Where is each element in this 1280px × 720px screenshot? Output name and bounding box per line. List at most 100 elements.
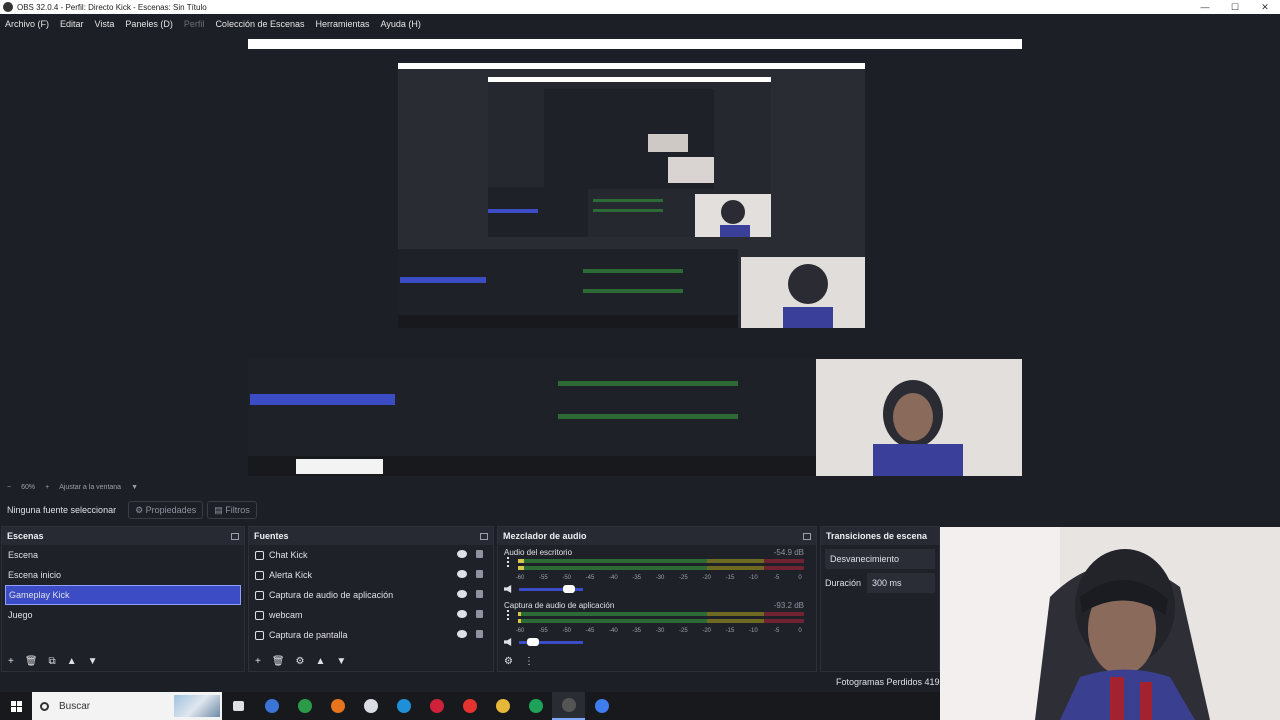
- track-menu-icon[interactable]: [507, 557, 509, 567]
- volume-meter: [518, 619, 804, 623]
- meter-tick-label: -55: [538, 628, 548, 634]
- track-menu-icon[interactable]: [507, 610, 509, 620]
- browser-source-icon: [255, 570, 264, 580]
- meter-tick-label: -10: [748, 628, 758, 634]
- eye-icon[interactable]: [457, 590, 467, 598]
- taskbar-app[interactable]: [585, 692, 618, 720]
- lock-icon[interactable]: [476, 590, 483, 598]
- minimize-button[interactable]: —: [1190, 0, 1220, 14]
- volume-knob[interactable]: [526, 637, 539, 646]
- properties-bar: Ninguna fuente seleccionar ⚙ Propiedades…: [0, 498, 1280, 522]
- move-down-button[interactable]: ▼: [88, 656, 98, 667]
- add-scene-button[interactable]: +: [8, 656, 14, 667]
- mixer-track: Captura de audio de aplicación -93.2 dB …: [498, 598, 816, 651]
- filters-label: Filtros: [225, 505, 250, 515]
- scene-item-selected[interactable]: Gameplay Kick: [5, 585, 241, 605]
- duration-input[interactable]: 300 ms: [867, 573, 935, 593]
- taskbar-app[interactable]: [288, 692, 321, 720]
- source-properties-button[interactable]: ⚙: [296, 656, 305, 667]
- meter-tick-label: -50: [562, 628, 571, 634]
- taskbar-app[interactable]: [354, 692, 387, 720]
- lock-icon[interactable]: [476, 630, 483, 638]
- lock-icon[interactable]: [476, 550, 483, 558]
- opera-icon: [462, 699, 477, 713]
- close-button[interactable]: ✕: [1250, 0, 1280, 14]
- menu-ayuda[interactable]: Ayuda (H): [381, 19, 421, 29]
- move-up-button[interactable]: ▲: [316, 656, 326, 667]
- volume-slider[interactable]: [519, 637, 583, 646]
- volume-knob[interactable]: [563, 584, 576, 593]
- menu-perfil[interactable]: Perfil: [184, 19, 205, 29]
- taskbar-app[interactable]: [519, 692, 552, 720]
- menu-coleccion-escenas[interactable]: Colección de Escenas: [215, 19, 304, 29]
- scene-item[interactable]: Escena inicio: [2, 565, 244, 585]
- meter-tick-label: -20: [702, 628, 711, 634]
- speaker-icon[interactable]: [504, 585, 512, 593]
- start-button[interactable]: [0, 692, 32, 720]
- menu-herramientas[interactable]: Herramientas: [316, 19, 370, 29]
- lock-icon[interactable]: [476, 570, 483, 578]
- scene-filters-button[interactable]: ⧉: [49, 656, 56, 667]
- taskbar-app[interactable]: [255, 692, 288, 720]
- scene-transitions-dock: Transiciones de escena Desvanecimiento D…: [820, 526, 940, 672]
- webcam-person-image: [940, 527, 1280, 720]
- taskbar-app[interactable]: [321, 692, 354, 720]
- remove-scene-button[interactable]: 🗑: [25, 656, 38, 667]
- volume-slider[interactable]: [519, 584, 583, 593]
- search-highlight-image: [174, 695, 220, 717]
- eye-icon[interactable]: [457, 610, 467, 618]
- meter-tick-label: -55: [538, 575, 548, 581]
- eye-icon[interactable]: [457, 630, 467, 638]
- audio-mixer-dock: Mezclador de audio Audio del escritorio …: [497, 526, 817, 672]
- speaker-icon[interactable]: [504, 638, 512, 646]
- move-down-button[interactable]: ▼: [336, 656, 346, 667]
- mixer-settings-button[interactable]: ⚙: [504, 656, 513, 667]
- mixer-menu-button[interactable]: ⋮: [524, 656, 534, 667]
- taskbar-app[interactable]: [420, 692, 453, 720]
- remove-source-button[interactable]: 🗑: [272, 656, 285, 667]
- zoom-in-button[interactable]: +: [45, 484, 49, 491]
- lock-icon[interactable]: [476, 610, 483, 618]
- source-item[interactable]: Captura de pantalla: [249, 625, 493, 645]
- taskbar-search[interactable]: Buscar: [32, 692, 222, 720]
- task-view-button[interactable]: [222, 692, 255, 720]
- fit-window-dropdown[interactable]: Ajustar a la ventana: [59, 484, 121, 491]
- maximize-button[interactable]: ☐: [1220, 0, 1250, 14]
- taskbar-app-active[interactable]: [552, 692, 585, 720]
- taskbar-app[interactable]: [387, 692, 420, 720]
- taskbar-app[interactable]: [486, 692, 519, 720]
- source-item[interactable]: Captura de audio de aplicación: [249, 585, 493, 605]
- chevron-down-icon[interactable]: ▼: [131, 484, 138, 491]
- source-item[interactable]: webcam: [249, 605, 493, 625]
- mixer-track: Audio del escritorio -54.9 dB -60 -55 -50-…: [498, 545, 816, 598]
- properties-button[interactable]: ⚙ Propiedades: [128, 501, 204, 519]
- firefox-icon: [330, 699, 345, 713]
- windows-icon: [10, 700, 22, 712]
- source-item[interactable]: Chat Kick: [249, 545, 493, 565]
- track-name: Audio del escritorio: [504, 548, 573, 557]
- dropped-frames: Fotogramas Perdidos 419: [836, 677, 940, 687]
- undock-icon[interactable]: [480, 532, 488, 540]
- menu-paneles[interactable]: Paneles (D): [125, 19, 173, 29]
- track-db: -54.9 dB: [773, 548, 804, 557]
- preview-canvas[interactable]: [248, 39, 1022, 476]
- volume-meter: [518, 559, 804, 563]
- menu-editar[interactable]: Editar: [60, 19, 84, 29]
- move-up-button[interactable]: ▲: [67, 656, 77, 667]
- menu-archivo[interactable]: Archivo (F): [5, 19, 49, 29]
- undock-icon[interactable]: [803, 532, 811, 540]
- taskbar-app[interactable]: [453, 692, 486, 720]
- eye-icon[interactable]: [457, 550, 467, 558]
- meter-tick-label: -30: [655, 575, 665, 581]
- no-source-label: Ninguna fuente seleccionar: [7, 505, 117, 515]
- zoom-out-button[interactable]: −: [7, 484, 11, 491]
- filters-button[interactable]: ▤ Filtros: [207, 501, 257, 519]
- scene-item[interactable]: Escena: [2, 545, 244, 565]
- add-source-button[interactable]: +: [255, 656, 261, 667]
- menu-vista[interactable]: Vista: [95, 19, 115, 29]
- scene-item[interactable]: Juego: [2, 605, 244, 625]
- undock-icon[interactable]: [231, 532, 239, 540]
- transition-select[interactable]: Desvanecimiento: [825, 549, 935, 569]
- source-item[interactable]: Alerta Kick: [249, 565, 493, 585]
- eye-icon[interactable]: [457, 570, 467, 578]
